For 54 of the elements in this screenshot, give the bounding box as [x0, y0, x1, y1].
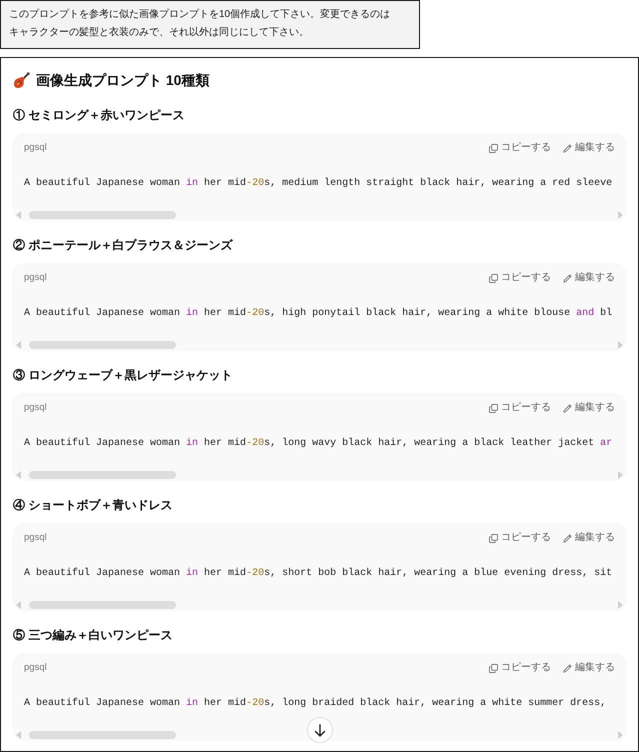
guitar-icon	[13, 72, 30, 88]
edit-button[interactable]: 編集する	[563, 662, 615, 674]
scroll-right-icon[interactable]	[617, 601, 623, 609]
section-heading: ③ ロングウェーブ＋黒レザージャケット	[12, 367, 234, 384]
copy-icon	[489, 664, 498, 672]
copy-button[interactable]: コピーする	[489, 532, 551, 544]
copy-icon	[489, 534, 498, 542]
code-line: A beautiful Japanese woman in her mid-20s, high ponytail black hair, wearing a white blouse and bl	[24, 306, 612, 321]
copy-button[interactable]: コピーする	[489, 272, 551, 284]
copy-icon	[489, 404, 498, 412]
code-line: A beautiful Japanese woman in her mid-20s, long wavy black hair, wearing a black leather jacket ar	[24, 436, 612, 451]
scroll-right-icon[interactable]	[617, 731, 623, 739]
scroll-right-icon[interactable]	[617, 211, 623, 219]
prompt-message: このプロンプトを参考に似た画像プロンプトを10個作成して下さい。変更できるのはキャラクターの髪型と衣装のみで、それ以外は同じにして下さい。	[0, 0, 420, 49]
section-heading: ① セミロング＋赤いワンピース	[12, 107, 186, 124]
scroll-left-icon[interactable]	[16, 341, 22, 349]
scrollbar-thumb[interactable]	[29, 601, 176, 609]
scroll-left-icon[interactable]	[16, 471, 22, 479]
pencil-icon	[563, 274, 572, 282]
code-line: A beautiful Japanese woman in her mid-20s, short bob black hair, wearing a blue evening dress, sit	[24, 566, 612, 581]
edit-button[interactable]: 編集する	[563, 272, 615, 284]
code-line: A beautiful Japanese woman in her mid-20s, long braided black hair, wearing a white summer dress,	[24, 696, 606, 711]
section-heading: ④ ショートボブ＋青いドレス	[12, 497, 174, 514]
scrollbar-thumb[interactable]	[29, 731, 176, 739]
section-heading: ② ポニーテール＋白ブラウス＆ジーンズ	[12, 237, 234, 254]
copy-icon	[489, 144, 498, 152]
scrollbar-thumb[interactable]	[29, 211, 176, 219]
scrollbar-thumb[interactable]	[29, 341, 176, 349]
code-line: A beautiful Japanese woman in her mid-20s, medium length straight black hair, wearing a red sleeve	[24, 176, 612, 191]
scrollbar-thumb[interactable]	[29, 471, 176, 479]
scroll-left-icon[interactable]	[16, 731, 22, 739]
scroll-right-icon[interactable]	[617, 471, 623, 479]
scroll-left-icon[interactable]	[16, 211, 22, 219]
language-label: pgsql	[24, 140, 47, 155]
edit-button[interactable]: 編集する	[563, 142, 615, 154]
scroll-right-icon[interactable]	[617, 341, 623, 349]
copy-icon	[489, 274, 498, 282]
copy-button[interactable]: コピーする	[489, 142, 551, 154]
pencil-icon	[563, 664, 572, 672]
language-label: pgsql	[24, 530, 47, 545]
section-heading: ⑤ 三つ編み＋白いワンピース	[12, 627, 174, 644]
pencil-icon	[563, 144, 572, 152]
edit-button[interactable]: 編集する	[563, 402, 615, 414]
arrow-down-icon	[314, 724, 326, 736]
scroll-left-icon[interactable]	[16, 601, 22, 609]
pencil-icon	[563, 534, 572, 542]
pencil-icon	[563, 404, 572, 412]
copy-button[interactable]: コピーする	[489, 662, 551, 674]
language-label: pgsql	[24, 400, 47, 415]
language-label: pgsql	[24, 270, 47, 285]
edit-button[interactable]: 編集する	[563, 532, 615, 544]
response-title: 画像生成プロンプト 10種類	[36, 71, 210, 90]
copy-button[interactable]: コピーする	[489, 402, 551, 414]
language-label: pgsql	[24, 660, 47, 675]
